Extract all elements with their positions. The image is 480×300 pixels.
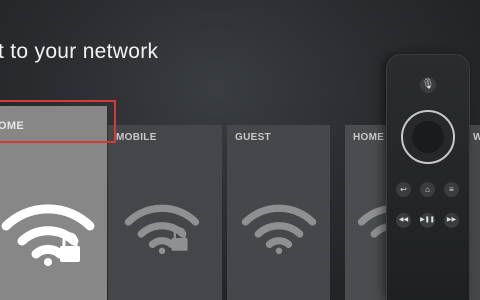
play-pause-icon[interactable]: ▶❚❚ <box>420 213 435 228</box>
wifi-icon <box>241 204 317 254</box>
wifi-icon <box>357 204 390 238</box>
wifi-secured-icon <box>124 204 200 254</box>
back-icon[interactable]: ↩ <box>396 182 411 197</box>
network-name: W <box>473 132 480 143</box>
page-title: t to your network <box>0 40 159 63</box>
select-button[interactable] <box>412 121 444 153</box>
network-tile-mobile[interactable]: MOBILE <box>108 125 222 300</box>
remote-control: 🎙 ↩ ⌂ ≡ ◀◀ ▶❚❚ ▶▶ <box>387 55 469 300</box>
network-tile-guest[interactable]: GUEST <box>227 125 330 300</box>
mic-icon[interactable]: 🎙 <box>420 77 436 93</box>
fast-forward-icon[interactable]: ▶▶ <box>444 213 459 228</box>
menu-icon[interactable]: ≡ <box>444 182 459 197</box>
focus-highlight <box>0 100 116 143</box>
wifi-secured-icon <box>1 204 95 266</box>
rewind-icon[interactable]: ◀◀ <box>396 213 411 228</box>
network-name: MOBILE <box>116 132 157 143</box>
network-name: GUEST <box>235 132 271 143</box>
network-name: HOME <box>353 132 385 143</box>
network-tile-home-2[interactable]: HOME <box>345 125 390 300</box>
home-icon[interactable]: ⌂ <box>420 182 435 197</box>
